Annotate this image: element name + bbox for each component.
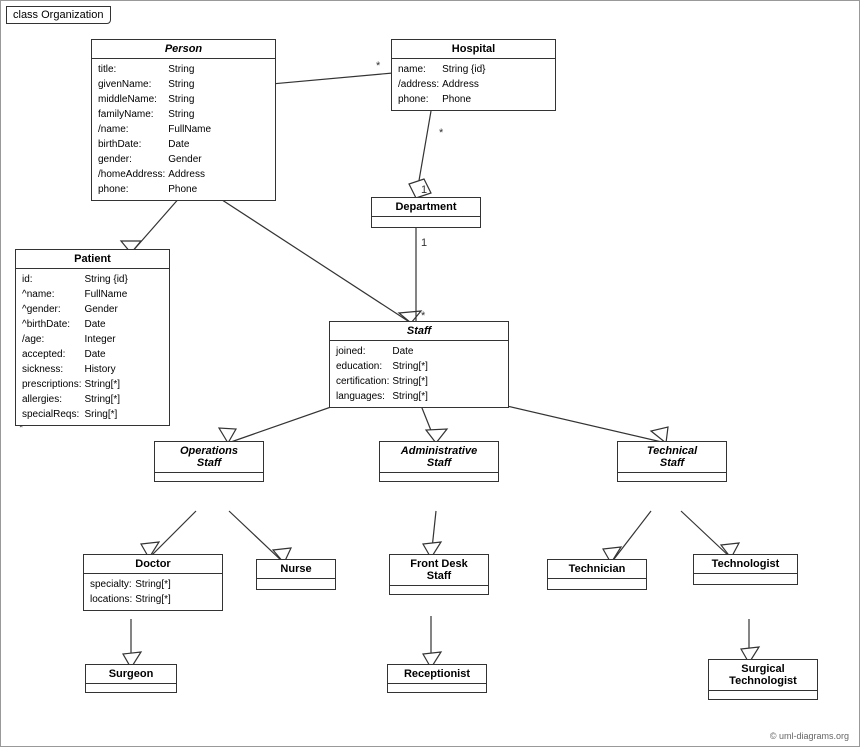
- class-technologist-header: Technologist: [694, 555, 797, 574]
- class-ops-staff-body: [155, 473, 263, 481]
- class-tech-staff-body: [618, 473, 726, 481]
- class-surgical-tech-body: [709, 691, 817, 699]
- svg-text:*: *: [376, 60, 381, 72]
- class-department-body: [372, 217, 480, 227]
- class-patient-body: id:String {id} ^name:FullName ^gender:Ge…: [16, 269, 169, 425]
- class-department: Department: [371, 197, 481, 228]
- class-admin-staff: Administrative Staff: [379, 441, 499, 482]
- class-ops-staff-header: Operations Staff: [155, 442, 263, 473]
- class-patient: Patient id:String {id} ^name:FullName ^g…: [15, 249, 170, 426]
- class-receptionist-header: Receptionist: [388, 665, 486, 684]
- class-surgical-tech: Surgical Technologist: [708, 659, 818, 700]
- diagram-container: class Organization * 1 1 * *: [0, 0, 860, 747]
- class-technician-body: [548, 579, 646, 589]
- class-staff-body: joined:Date education:String[*] certific…: [330, 341, 508, 407]
- class-technician: Technician: [547, 559, 647, 590]
- class-doctor: Doctor specialty:String[*] locations:Str…: [83, 554, 223, 611]
- title-text: class Organization: [13, 9, 104, 21]
- class-tech-staff-header: Technical Staff: [618, 442, 726, 473]
- class-hospital-header: Hospital: [392, 40, 555, 59]
- class-doctor-header: Doctor: [84, 555, 222, 574]
- class-nurse-body: [257, 579, 335, 589]
- class-doctor-body: specialty:String[*] locations:String[*]: [84, 574, 222, 610]
- svg-text:1: 1: [421, 237, 427, 249]
- class-person-header: Person: [92, 40, 275, 59]
- class-surgeon-header: Surgeon: [86, 665, 176, 684]
- class-staff-header: Staff: [330, 322, 508, 341]
- svg-text:1: 1: [421, 184, 427, 196]
- class-person: Person title:String givenName:String mid…: [91, 39, 276, 201]
- class-tech-staff: Technical Staff: [617, 441, 727, 482]
- class-frontdesk-header: Front Desk Staff: [390, 555, 488, 586]
- svg-text:*: *: [439, 127, 444, 139]
- class-staff: Staff joined:Date education:String[*] ce…: [329, 321, 509, 408]
- class-technician-header: Technician: [548, 560, 646, 579]
- class-hospital-body: name:String {id} /address:Address phone:…: [392, 59, 555, 110]
- class-frontdesk-body: [390, 586, 488, 594]
- class-technologist: Technologist: [693, 554, 798, 585]
- class-admin-staff-body: [380, 473, 498, 481]
- class-surgeon: Surgeon: [85, 664, 177, 693]
- class-surgical-tech-header: Surgical Technologist: [709, 660, 817, 691]
- class-hospital: Hospital name:String {id} /address:Addre…: [391, 39, 556, 111]
- class-technologist-body: [694, 574, 797, 584]
- class-frontdesk: Front Desk Staff: [389, 554, 489, 595]
- copyright-text: © uml-diagrams.org: [770, 731, 849, 741]
- class-admin-staff-header: Administrative Staff: [380, 442, 498, 473]
- class-nurse-header: Nurse: [257, 560, 335, 579]
- diagram-title: class Organization: [6, 6, 111, 24]
- class-ops-staff: Operations Staff: [154, 441, 264, 482]
- class-department-header: Department: [372, 198, 480, 217]
- class-receptionist-body: [388, 684, 486, 692]
- class-receptionist: Receptionist: [387, 664, 487, 693]
- copyright: © uml-diagrams.org: [770, 731, 849, 741]
- class-person-body: title:String givenName:String middleName…: [92, 59, 275, 200]
- class-surgeon-body: [86, 684, 176, 692]
- class-nurse: Nurse: [256, 559, 336, 590]
- class-patient-header: Patient: [16, 250, 169, 269]
